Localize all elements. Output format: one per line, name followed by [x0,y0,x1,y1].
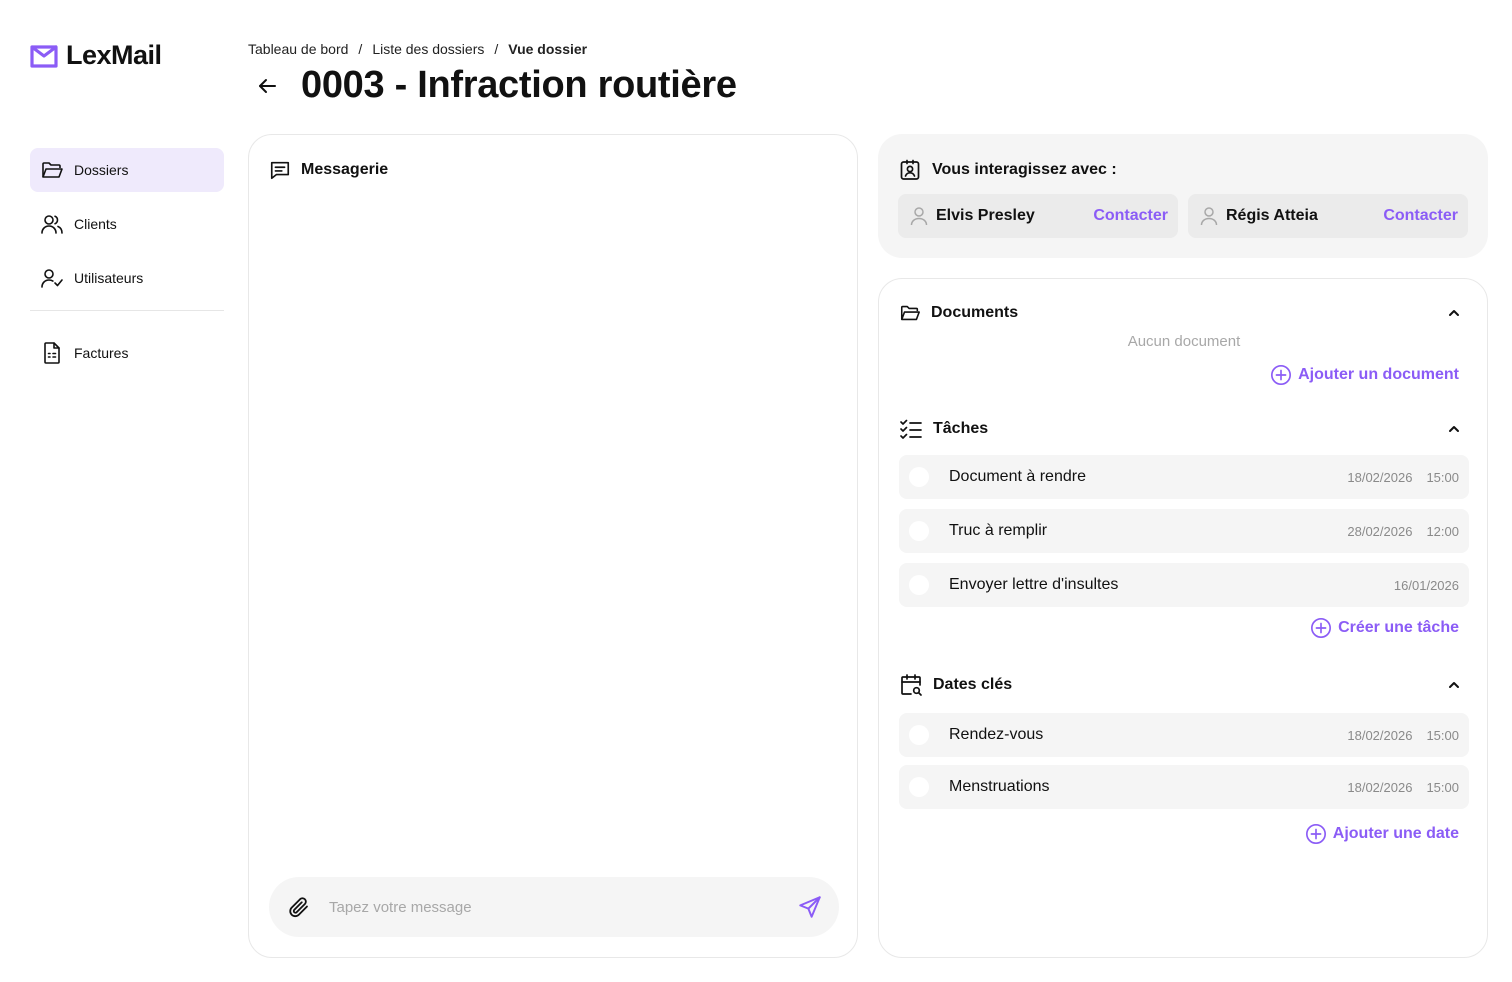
messagerie-title: Messagerie [301,161,389,178]
date-time: 15:00 [1426,779,1459,795]
user-check-icon [41,269,63,288]
task-date: 16/01/2026 [1393,577,1459,593]
task-date: 28/02/2026 [1347,523,1413,539]
page-header: 0003 - Infraction routière [255,64,737,107]
task-checkbox[interactable] [909,575,929,595]
users-icon [41,215,63,234]
documents-header[interactable]: Documents [899,301,1469,325]
task-row[interactable]: Truc à remplir 28/02/2026 12:00 [899,509,1469,553]
date-row[interactable]: Menstruations 18/02/2026 15:00 [899,765,1469,809]
messagerie-header: Messagerie [269,159,388,181]
page-title: 0003 - Infraction routière [301,64,737,106]
contact-button[interactable]: Contacter [1093,207,1168,225]
task-label: Truc à remplir [949,522,1048,539]
taches-title: Tâches [933,420,989,437]
contact-name: Elvis Presley [936,207,1035,224]
dossier-info-panel: Documents Aucun document Ajouter un docu… [878,278,1488,958]
message-composer [269,877,839,937]
breadcrumb-separator: / [494,41,499,57]
contact-card: Régis Atteia Contacter [1188,194,1468,238]
add-document-button[interactable]: Ajouter un document [899,364,1469,386]
chevron-up-icon[interactable] [1447,422,1461,436]
breadcrumb-current: Vue dossier [508,41,588,57]
checklist-icon [900,419,922,439]
task-row[interactable]: Envoyer lettre d'insultes 16/01/2026 [899,563,1469,607]
add-date-label: Ajouter une date [1332,825,1459,842]
chevron-up-icon[interactable] [1447,306,1461,320]
send-icon[interactable] [797,894,823,920]
sidebar-nav: Dossiers Clients Utilisateurs Factures [30,148,224,385]
back-arrow-icon[interactable] [255,74,279,98]
folder-icon [900,305,920,321]
app-logo[interactable]: LexMail [30,40,162,71]
add-date-button[interactable]: Ajouter une date [899,823,1469,845]
sidebar-item-label: Clients [74,216,117,232]
date-checkbox[interactable] [909,777,929,797]
task-list: Document à rendre 18/02/2026 15:00 Truc … [899,455,1469,607]
date-label: Rendez-vous [949,726,1044,743]
plus-circle-icon [1311,618,1332,638]
sidebar-item-factures[interactable]: Factures [30,331,224,375]
task-checkbox[interactable] [909,467,929,487]
sidebar-item-clients[interactable]: Clients [30,202,224,246]
sidebar-item-label: Utilisateurs [74,270,144,286]
task-label: Document à rendre [949,468,1086,485]
invoice-icon [44,342,60,364]
message-input[interactable] [329,898,779,916]
attachment-icon[interactable] [287,895,311,919]
date-date: 18/02/2026 [1347,727,1413,743]
mail-logo-icon [30,44,58,68]
breadcrumb-item-liste[interactable]: Liste des dossiers [372,41,484,57]
breadcrumb-separator: / [358,41,363,57]
task-date: 18/02/2026 [1347,469,1413,485]
task-time: 12:00 [1426,523,1459,539]
sidebar-item-utilisateurs[interactable]: Utilisateurs [30,256,224,300]
task-label: Envoyer lettre d'insultes [949,576,1119,593]
contact-card: Elvis Presley Contacter [898,194,1178,238]
sidebar-divider [30,310,224,311]
contact-list: Elvis Presley Contacter Régis Atteia Con… [898,194,1468,238]
sidebar-item-label: Dossiers [74,162,129,178]
calendar-search-icon [901,674,922,696]
plus-circle-icon [1305,824,1326,844]
date-time: 15:00 [1426,727,1459,743]
interact-panel: Vous interagissez avec : Elvis Presley C… [878,134,1488,258]
task-row[interactable]: Document à rendre 18/02/2026 15:00 [899,455,1469,499]
sidebar-item-dossiers[interactable]: Dossiers [30,148,224,192]
folder-icon [42,162,63,178]
documents-title: Documents [931,304,1019,321]
create-task-label: Créer une tâche [1338,619,1459,636]
contact-badge-icon [900,159,920,180]
dates-section: Dates clés Rendez-vous 18/02/2026 15:00 … [899,673,1469,845]
task-time: 15:00 [1426,469,1459,485]
documents-section: Documents Aucun document Ajouter un docu… [899,301,1469,386]
task-checkbox[interactable] [909,521,929,541]
user-icon [910,207,928,226]
user-icon [1200,207,1218,226]
date-list: Rendez-vous 18/02/2026 15:00 Menstruatio… [899,713,1469,809]
documents-empty-text: Aucun document [1127,333,1241,350]
taches-section: Tâches Document à rendre 18/02/2026 15:0… [899,417,1469,639]
dates-header[interactable]: Dates clés [899,673,1469,697]
interact-header: Vous interagissez avec : [898,158,1117,182]
breadcrumb-item-tableau[interactable]: Tableau de bord [248,41,348,57]
dates-title: Dates clés [933,676,1013,693]
sidebar-item-label: Factures [74,345,129,361]
app-name: LexMail [66,40,162,70]
date-date: 18/02/2026 [1347,779,1413,795]
chat-icon [270,161,290,180]
add-document-label: Ajouter un document [1298,366,1459,383]
create-task-button[interactable]: Créer une tâche [899,617,1469,639]
interact-title: Vous interagissez avec : [932,161,1117,178]
contact-name: Régis Atteia [1226,207,1318,224]
contact-button[interactable]: Contacter [1383,207,1458,225]
taches-header[interactable]: Tâches [899,417,1469,441]
messagerie-panel: Messagerie [248,134,858,958]
date-row[interactable]: Rendez-vous 18/02/2026 15:00 [899,713,1469,757]
date-label: Menstruations [949,778,1050,795]
date-checkbox[interactable] [909,725,929,745]
plus-circle-icon [1271,365,1292,385]
breadcrumb: Tableau de bord / Liste des dossiers / V… [248,41,587,57]
chevron-up-icon[interactable] [1447,678,1461,692]
